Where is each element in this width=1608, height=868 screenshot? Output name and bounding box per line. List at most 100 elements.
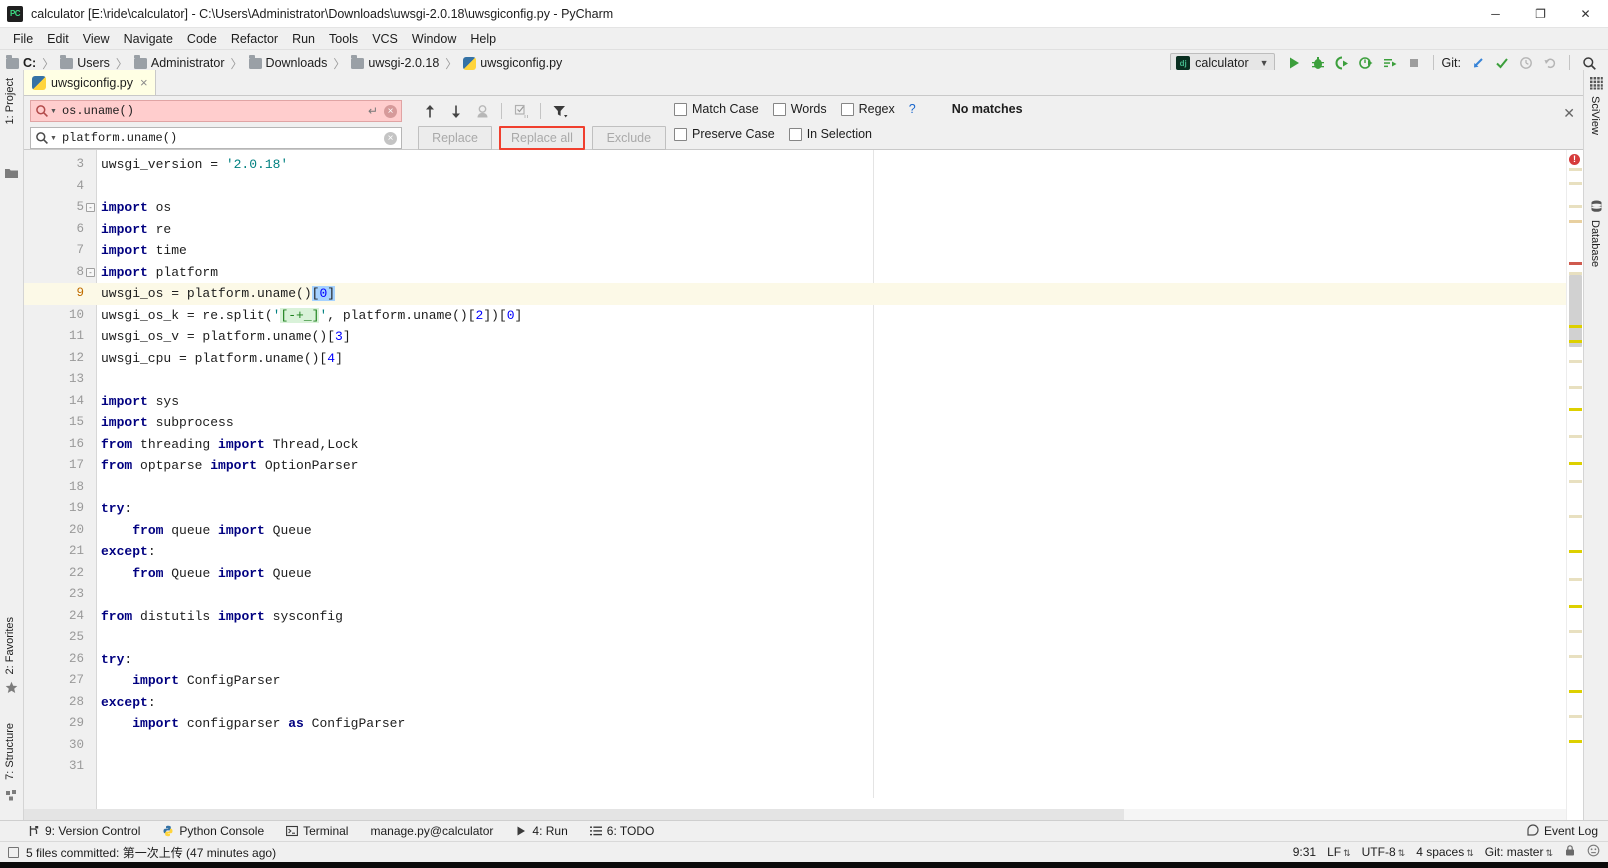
toggle-selection-icon[interactable] [509,100,533,122]
code-line[interactable]: 10 uwsgi_os_k = re.split('[-+_]', platfor… [24,305,1583,327]
code-line[interactable]: 25 [24,627,1583,649]
code-line[interactable]: 3 uwsgi_version = '2.0.18' [24,154,1583,176]
code-line[interactable]: 29 import configparser as ConfigParser [24,713,1583,735]
code-line[interactable]: 15 import subprocess [24,412,1583,434]
close-button[interactable]: ✕ [1563,0,1608,28]
menu-item-edit[interactable]: Edit [40,30,76,48]
close-icon[interactable]: × [140,75,148,90]
error-count-icon[interactable]: ! [1569,154,1580,165]
tool-window-button-pythonconsole[interactable]: Python Console [162,824,264,838]
stripe-marker[interactable] [1569,480,1582,483]
select-all-occurrences-icon[interactable] [470,100,494,122]
menu-item-tools[interactable]: Tools [322,30,365,48]
stripe-marker[interactable] [1569,205,1582,208]
code-line[interactable]: 7 import time [24,240,1583,262]
replace-history-chevron-icon[interactable]: ▼ [50,135,57,142]
stripe-marker[interactable] [1569,605,1582,608]
fold-toggle-icon[interactable]: - [86,267,95,277]
stripe-marker[interactable] [1569,462,1582,465]
stripe-marker[interactable] [1569,220,1582,223]
stripe-marker[interactable] [1569,550,1582,553]
stripe-marker[interactable] [1569,630,1582,633]
regex-checkbox[interactable]: Regex [840,102,895,116]
stripe-marker[interactable] [1569,262,1582,265]
stripe-marker[interactable] [1569,515,1582,518]
git-branch[interactable]: Git: master ⇅ [1485,845,1553,859]
stripe-marker[interactable] [1569,690,1582,693]
horizontal-scrollbar-track[interactable] [24,809,1583,820]
caret-position[interactable]: 9:31 [1293,845,1316,859]
close-find-panel-button[interactable]: ✕ [1563,105,1575,122]
filter-icon[interactable] [548,100,572,122]
regex-help-icon[interactable]: ? [909,102,916,116]
search-history-chevron-icon[interactable]: ▼ [50,108,57,115]
code-line[interactable]: 12 uwsgi_cpu = platform.uname()[4] [24,348,1583,370]
menu-item-file[interactable]: File [6,30,40,48]
code-editor[interactable]: 3 uwsgi_version = '2.0.18' 4 5- import os 6 im… [24,150,1583,820]
stripe-marker[interactable] [1569,715,1582,718]
file-encoding[interactable]: UTF-8 ⇅ [1362,845,1406,859]
preserve-case-checkbox[interactable]: Preserve Case [674,127,775,141]
search-input[interactable]: ▼ os.uname() ↵ × [30,100,402,122]
horizontal-scrollbar-thumb[interactable] [24,809,1124,820]
menu-item-vcs[interactable]: VCS [365,30,405,48]
code-line[interactable]: 19 try: [24,498,1583,520]
menu-item-navigate[interactable]: Navigate [117,30,180,48]
code-line[interactable]: 22 from Queue import Queue [24,563,1583,585]
in-selection-checkbox[interactable]: In Selection [788,127,872,141]
code-line[interactable]: 13 [24,369,1583,391]
breadcrumb-item-c[interactable]: C: [6,55,36,70]
words-checkbox[interactable]: Words [772,102,827,116]
menu-item-code[interactable]: Code [180,30,224,48]
match-case-checkbox[interactable]: Match Case [674,102,759,116]
find-previous-icon[interactable] [418,100,442,122]
minimize-button[interactable]: ─ [1473,0,1518,28]
clear-replace-button[interactable]: × [384,131,397,145]
stripe-marker[interactable] [1569,435,1582,438]
tool-window-button-9versioncontrol[interactable]: 9: Version Control [28,824,140,838]
code-line[interactable]: 17 from optparse import OptionParser [24,455,1583,477]
exclude-button[interactable]: Exclude [591,126,666,150]
sidebar-item-sciview[interactable]: SciView [1589,96,1601,135]
code-line[interactable]: 11 uwsgi_os_v = platform.uname()[3] [24,326,1583,348]
fold-toggle-icon[interactable]: - [86,203,95,212]
stripe-marker[interactable] [1569,168,1582,171]
sidebar-item-project[interactable]: 1: Project [4,78,16,124]
replace-input[interactable]: ▼ platform.uname() × [30,127,402,149]
code-line[interactable]: 24 from distutils import sysconfig [24,606,1583,628]
code-line[interactable]: 4 [24,176,1583,198]
code-line[interactable]: 8- import platform [24,262,1583,284]
menu-item-run[interactable]: Run [285,30,322,48]
code-line[interactable]: 5- import os [24,197,1583,219]
status-message-area[interactable]: 5 files committed: 第一次上传 (47 minutes ago… [8,844,1293,861]
code-line[interactable]: 18 [24,477,1583,499]
stripe-marker[interactable] [1569,740,1582,743]
stripe-marker[interactable] [1569,340,1582,343]
lock-icon[interactable] [1564,844,1576,860]
line-separator[interactable]: LF ⇅ [1327,845,1351,859]
replace-all-button[interactable]: Replace all [499,126,585,150]
stripe-marker[interactable] [1569,182,1582,185]
breadcrumb-item-uwsgiconfigpy[interactable]: uwsgiconfig.py [463,56,562,70]
stripe-marker[interactable] [1569,360,1582,363]
find-next-icon[interactable] [444,100,468,122]
tool-window-button-6todo[interactable]: 6: TODO [589,824,654,838]
code-line[interactable]: 30 [24,735,1583,757]
code-line[interactable]: 9 uwsgi_os = platform.uname()[0] [24,283,1583,305]
replace-button[interactable]: Replace [418,126,492,150]
menu-item-help[interactable]: Help [463,30,503,48]
clear-search-button[interactable]: × [384,104,397,118]
indent-setting[interactable]: 4 spaces ⇅ [1416,845,1474,859]
stripe-marker[interactable] [1569,578,1582,581]
error-stripe[interactable]: ! [1566,150,1583,820]
code-line[interactable]: 23 [24,584,1583,606]
tool-window-button-4run[interactable]: 4: Run [515,824,568,838]
code-line[interactable]: 31 [24,756,1583,778]
tool-window-button-terminal[interactable]: Terminal [286,824,348,838]
menu-item-view[interactable]: View [76,30,117,48]
scrollbar-thumb[interactable] [1569,275,1582,347]
code-line[interactable]: 28 except: [24,692,1583,714]
maximize-button[interactable]: ❐ [1518,0,1563,28]
editor-tab-uwsgiconfig[interactable]: uwsgiconfig.py × [24,70,156,95]
menu-item-refactor[interactable]: Refactor [224,30,285,48]
